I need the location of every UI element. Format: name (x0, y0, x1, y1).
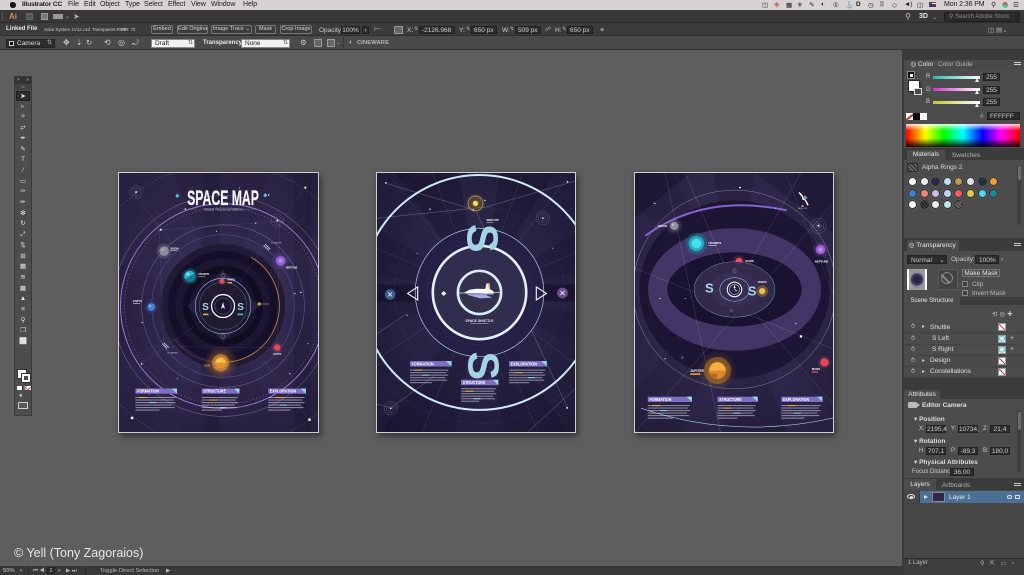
svg-text:FORMATION: FORMATION (649, 397, 671, 402)
svg-text:EXPLORATION: EXPLORATION (511, 361, 537, 366)
svg-text:SATELLITE: SATELLITE (798, 207, 808, 210)
svg-text:EARTH: EARTH (133, 300, 142, 303)
svg-text:S: S (202, 302, 209, 313)
svg-text:S: S (748, 283, 757, 298)
svg-text:MOON: MOON (658, 224, 667, 228)
svg-text:URANUS: URANUS (198, 273, 209, 276)
svg-text:NEPTUNE: NEPTUNE (815, 259, 829, 263)
svg-text:MARS: MARS (228, 279, 236, 282)
svg-text:VENUS: VENUS (758, 280, 767, 284)
svg-text:S: S (705, 281, 714, 296)
svg-text:MARS: MARS (746, 259, 754, 263)
svg-text:EXPLORATION: EXPLORATION (270, 388, 296, 393)
svg-text:STRUCTURE: STRUCTURE (719, 397, 742, 402)
svg-text:SPACE SHUTTLE: SPACE SHUTTLE (465, 319, 494, 323)
svg-text:SUN: SUN (204, 363, 210, 367)
svg-text:VOYAGER: VOYAGER (271, 241, 282, 244)
svg-text:VOYAGER: VOYAGER (167, 352, 178, 355)
svg-text:MOON: MOON (171, 248, 179, 251)
svg-text:NEPTUNE: NEPTUNE (286, 266, 298, 269)
svg-text:STRUCTURE: STRUCTURE (203, 388, 226, 393)
svg-text:URANUS: URANUS (708, 241, 721, 245)
svg-text:S: S (458, 224, 506, 253)
svg-text:FORMATION: FORMATION (412, 361, 434, 366)
svg-text:JUPITER: JUPITER (690, 369, 704, 373)
svg-text:S: S (237, 302, 244, 313)
svg-text:STRUCTURE: STRUCTURE (463, 380, 486, 385)
svg-text:FORMATION: FORMATION (137, 388, 159, 393)
svg-text:PLUTO: PLUTO (273, 353, 281, 356)
svg-text:Visual Representation: Visual Representation (203, 207, 242, 212)
svg-text:MARS: MARS (812, 367, 820, 371)
svg-text:S: S (459, 351, 507, 380)
svg-text:EXPLORATION: EXPLORATION (783, 397, 809, 402)
svg-text:MERCURY: MERCURY (487, 219, 500, 222)
